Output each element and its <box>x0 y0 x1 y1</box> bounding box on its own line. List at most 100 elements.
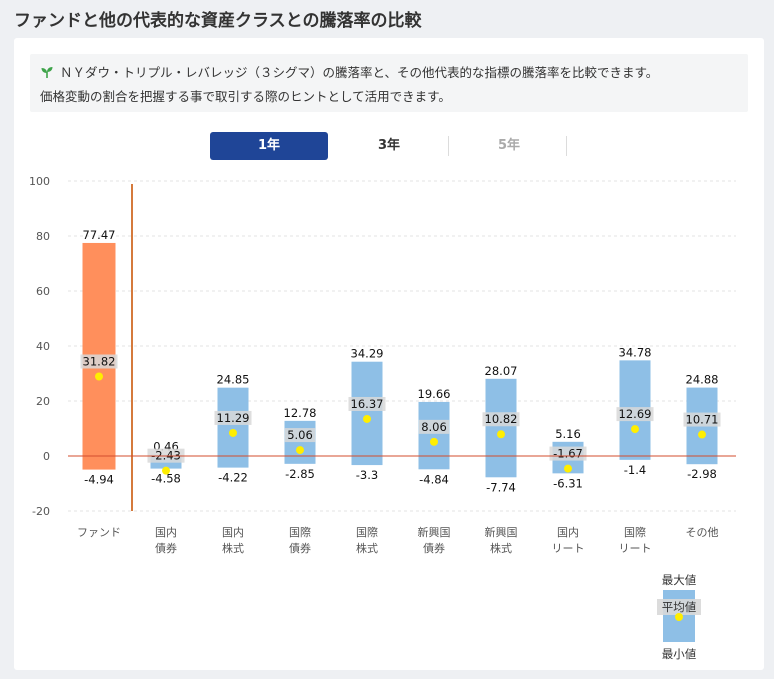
asset-bar <box>150 454 182 469</box>
category-label: リート <box>619 542 652 555</box>
category-label: 国内 <box>557 525 579 539</box>
asset-bar <box>351 361 383 466</box>
mean-dot <box>162 466 170 475</box>
category-label: 株式 <box>356 541 378 555</box>
asset-bar <box>217 387 249 468</box>
mean-label-bg <box>683 412 721 427</box>
value-label: 31.82 <box>83 354 116 368</box>
legend-mean-label: 平均値 <box>662 600 697 614</box>
tab-divider <box>566 136 567 156</box>
mean-label-bg <box>348 396 386 411</box>
value-label: 28.07 <box>485 364 518 378</box>
mean-dot <box>430 437 438 446</box>
legend-min-label: 最小値 <box>662 647 697 661</box>
description-line2: 価格変動の割合を把握する事で取引する際のヒントとして活用できます。 <box>40 89 451 104</box>
sprout-icon <box>40 64 54 86</box>
value-label: -7.74 <box>486 480 516 494</box>
mean-label-bg <box>147 448 185 463</box>
value-label: 5.06 <box>287 428 313 442</box>
y-tick-label: -20 <box>32 505 50 518</box>
mean-dot <box>497 430 505 439</box>
value-label: -2.98 <box>687 467 717 481</box>
mean-label-bg <box>214 410 252 425</box>
mean-dot <box>363 414 371 423</box>
category-label: 国際 <box>356 526 378 539</box>
asset-bar <box>619 360 651 460</box>
value-label: -1.67 <box>553 447 583 461</box>
value-label: -2.85 <box>285 467 315 481</box>
category-label: 債券 <box>423 541 445 555</box>
chart-card: ＮＹダウ・トリプル・レバレッジ（３シグマ）の騰落率と、その他代表的な指標の騰落率… <box>14 38 764 670</box>
legend-max-label: 最大値 <box>662 573 697 587</box>
value-label: 19.66 <box>418 387 451 401</box>
value-label: -4.84 <box>419 472 449 486</box>
category-label: 債券 <box>289 541 311 555</box>
mean-label-bg <box>482 412 520 427</box>
category-label: 新興国 <box>418 525 451 539</box>
legend-mean-dot <box>675 613 683 621</box>
description-box: ＮＹダウ・トリプル・レバレッジ（３シグマ）の騰落率と、その他代表的な指標の騰落率… <box>30 54 748 112</box>
category-label: ファンド <box>77 526 121 539</box>
asset-bar <box>552 441 584 474</box>
mean-label-bg <box>549 446 587 461</box>
page-title: ファンドと他の代表的な資産クラスとの騰落率の比較 <box>14 11 422 31</box>
category-label: 株式 <box>222 541 244 555</box>
description-line1: ＮＹダウ・トリプル・レバレッジ（３シグマ）の騰落率と、その他代表的な指標の騰落率… <box>60 65 659 80</box>
y-tick-label: 80 <box>36 230 50 243</box>
category-label: 債券 <box>155 541 177 555</box>
value-label: -4.22 <box>218 471 248 485</box>
mean-dot <box>564 464 572 473</box>
value-label: 24.85 <box>217 373 250 387</box>
tab-divider <box>448 136 449 156</box>
value-label: 34.78 <box>619 345 652 359</box>
value-label: -1.4 <box>624 463 646 477</box>
mean-dot <box>229 428 237 437</box>
asset-bar <box>485 378 517 478</box>
mean-dot <box>296 446 304 455</box>
value-label: 11.29 <box>217 411 250 425</box>
y-tick-label: 0 <box>43 450 50 463</box>
category-label: 国際 <box>624 526 646 539</box>
mean-dot <box>95 372 103 381</box>
value-label: 10.71 <box>686 413 719 427</box>
tab-5-year[interactable]: 5年 <box>450 132 568 160</box>
mean-dot <box>631 425 639 434</box>
value-label: -3.3 <box>356 468 378 482</box>
value-label: -2.43 <box>151 449 181 463</box>
y-tick-label: 60 <box>36 285 50 298</box>
asset-bar <box>418 401 450 470</box>
value-label: 8.06 <box>421 420 447 434</box>
value-label: 16.37 <box>351 397 384 411</box>
category-label: 国際 <box>289 526 311 539</box>
category-label: その他 <box>686 526 719 539</box>
mean-label-bg <box>616 407 654 422</box>
value-label: 12.78 <box>284 406 317 420</box>
category-label: 国内 <box>222 525 244 539</box>
value-label: 5.16 <box>555 427 581 441</box>
legend-bar <box>663 590 695 642</box>
category-label: リート <box>552 542 585 555</box>
y-tick-label: 40 <box>36 340 50 353</box>
legend-mean-bg <box>657 599 701 615</box>
mean-dot <box>698 430 706 439</box>
value-label: 0.46 <box>153 440 179 454</box>
tab-3-year[interactable]: 3年 <box>330 132 448 160</box>
tab-1-year[interactable]: 1年 <box>210 132 328 160</box>
category-label: 新興国 <box>485 525 518 539</box>
asset-bar <box>284 420 316 464</box>
value-label: 34.29 <box>351 347 384 361</box>
value-label: -6.31 <box>553 476 583 490</box>
value-label: 12.69 <box>619 407 652 421</box>
mean-label-bg <box>418 419 450 434</box>
y-tick-label: 20 <box>36 395 50 408</box>
category-label: 株式 <box>490 541 512 555</box>
category-label: 国内 <box>155 525 177 539</box>
asset-bar <box>686 387 718 465</box>
value-label: -4.58 <box>151 472 181 486</box>
mean-label-bg <box>80 354 118 369</box>
fund-bar <box>82 242 116 470</box>
y-tick-label: 100 <box>29 175 50 188</box>
value-label: 77.47 <box>83 228 116 242</box>
value-label: 24.88 <box>686 373 719 387</box>
value-label: -4.94 <box>84 473 114 487</box>
